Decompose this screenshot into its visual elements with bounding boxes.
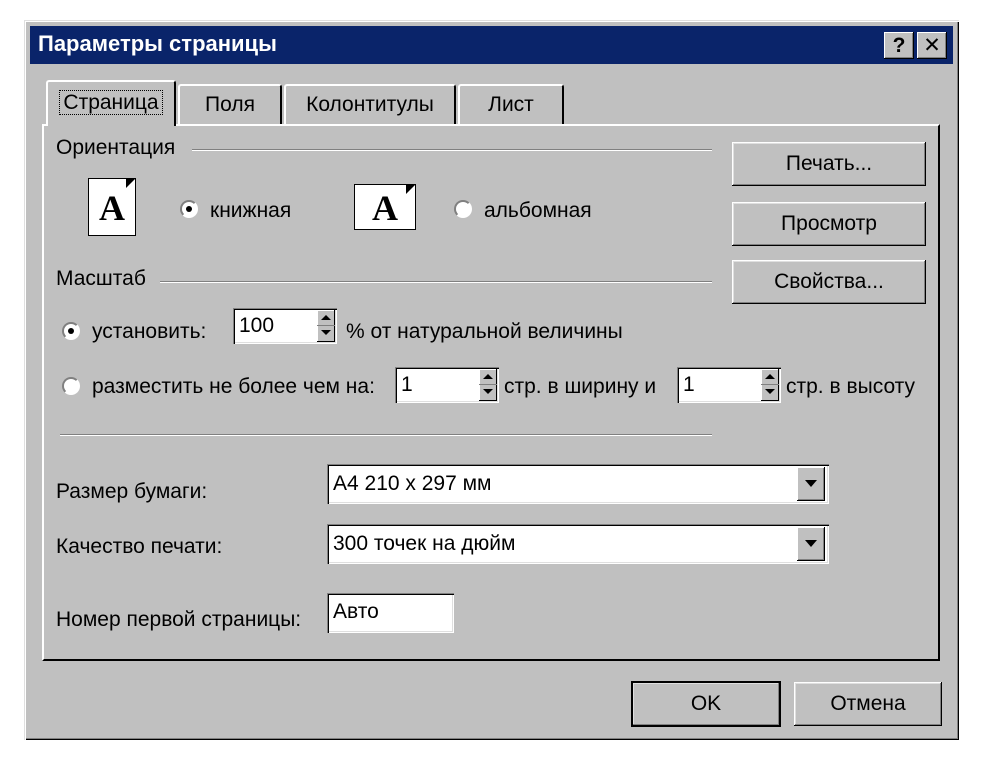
paper-size-dropdown-button[interactable] [797, 467, 825, 501]
scale-divider [160, 281, 712, 283]
tab-page-label: Страница [59, 90, 163, 115]
scale-set-radio[interactable] [62, 322, 80, 340]
landscape-page-icon: A [354, 184, 416, 230]
help-icon: ? [892, 34, 906, 57]
print-quality-dropdown-button[interactable] [797, 527, 825, 561]
portrait-radio[interactable] [180, 200, 198, 218]
tab-page[interactable]: Страница [46, 80, 176, 126]
help-button[interactable]: ? [884, 32, 914, 59]
tab-margins[interactable]: Поля [178, 84, 282, 124]
tab-margins-label: Поля [205, 93, 255, 116]
chevron-down-icon [805, 540, 817, 547]
portrait-page-icon: A [88, 178, 136, 236]
portrait-label: книжная [210, 199, 292, 222]
spin-down-arrow-icon[interactable] [761, 385, 779, 401]
print-button[interactable]: Печать... [732, 142, 926, 186]
paper-size-label: Размер бумаги: [56, 480, 208, 503]
section-divider [60, 434, 712, 436]
landscape-label: альбомная [484, 199, 592, 222]
window-title: Параметры страницы [38, 31, 277, 56]
scale-percent-spinner[interactable] [317, 310, 335, 342]
paper-size-select[interactable]: A4 210 x 297 мм [327, 464, 829, 504]
print-quality-select[interactable]: 300 точек на дюйм [327, 524, 829, 564]
scale-fit-label: разместить не более чем на: [92, 375, 375, 398]
fit-width-spinner[interactable] [479, 369, 497, 401]
orientation-group-label: Ориентация [56, 136, 176, 159]
close-button[interactable]: ✕ [917, 32, 947, 59]
tab-header-footer[interactable]: Колонтитулы [284, 84, 456, 124]
fit-height-spinner[interactable] [761, 369, 779, 401]
spin-down-arrow-icon[interactable] [479, 385, 497, 401]
cancel-button[interactable]: Отмена [794, 682, 942, 726]
landscape-radio[interactable] [454, 200, 472, 218]
spin-up-arrow-icon[interactable] [479, 369, 497, 385]
spin-up-arrow-icon[interactable] [317, 310, 335, 326]
chevron-down-icon [805, 480, 817, 487]
preview-button[interactable]: Просмотр [732, 202, 926, 246]
close-icon: ✕ [923, 34, 941, 57]
scale-set-label: установить: [92, 320, 207, 343]
tab-sheet[interactable]: Лист [458, 84, 564, 124]
properties-button[interactable]: Свойства... [732, 260, 926, 304]
fit-width-suffix: стр. в ширину и [504, 375, 657, 398]
scale-fit-radio[interactable] [62, 377, 80, 395]
spin-up-arrow-icon[interactable] [761, 369, 779, 385]
tab-header-footer-label: Колонтитулы [306, 93, 434, 116]
first-page-number-input[interactable]: Авто [327, 593, 454, 633]
orientation-divider [192, 149, 712, 151]
first-page-number-label: Номер первой страницы: [56, 608, 302, 631]
scale-group-label: Масштаб [56, 267, 146, 290]
tab-sheet-label: Лист [488, 93, 534, 116]
print-quality-label: Качество печати: [56, 535, 223, 558]
fit-height-suffix: стр. в высоту [786, 375, 916, 398]
spin-down-arrow-icon[interactable] [317, 326, 335, 342]
ok-button[interactable]: OK [631, 681, 781, 727]
scale-set-suffix: % от натуральной величины [346, 320, 623, 343]
